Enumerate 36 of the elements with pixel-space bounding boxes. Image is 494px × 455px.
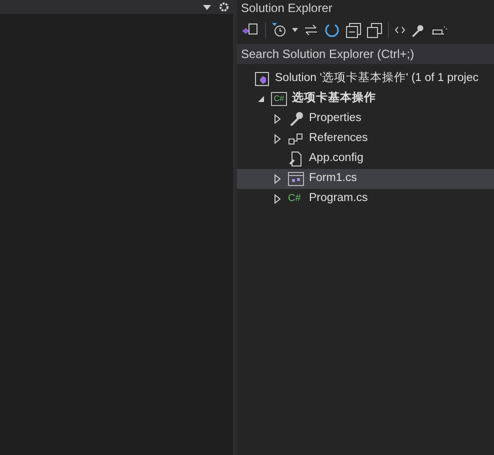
tree-item[interactable]: C# 选项卡基本操作 xyxy=(237,89,494,109)
solution-icon xyxy=(254,71,270,87)
collapse-all-icon[interactable] xyxy=(346,22,361,38)
tree-item[interactable]: App.config xyxy=(237,149,494,169)
tree-item[interactable]: References xyxy=(237,129,494,149)
code-icon[interactable] xyxy=(395,26,405,34)
search-field[interactable]: Search Solution Explorer (Ctrl+;) xyxy=(237,44,494,64)
csharp-file-icon: C# xyxy=(288,194,304,204)
collapsed-arrow-icon[interactable] xyxy=(274,174,282,184)
tree-item[interactable]: Form1.cs xyxy=(237,169,494,189)
tree-item-label: Form1.cs xyxy=(309,171,357,186)
tree-item[interactable]: Solution '选项卡基本操作' (1 of 1 projec xyxy=(237,69,494,89)
form-icon xyxy=(288,172,304,186)
history-icon[interactable] xyxy=(272,23,286,37)
tree-item-label: Solution '选项卡基本操作' (1 of 1 projec xyxy=(275,70,478,86)
csharp-project-icon: C# xyxy=(271,92,287,106)
references-icon xyxy=(288,132,304,146)
expanded-arrow-icon[interactable] xyxy=(257,95,265,103)
panel-title: Solution Explorer xyxy=(240,0,334,16)
tree-item[interactable]: C# Program.cs xyxy=(237,189,494,209)
tree-item-label: Program.cs xyxy=(309,191,368,206)
collapsed-arrow-icon[interactable] xyxy=(274,134,282,144)
copy-icon[interactable] xyxy=(367,22,382,38)
sync-icon[interactable] xyxy=(304,24,318,36)
tree-item-label: Properties xyxy=(309,111,362,126)
settings-icon[interactable] xyxy=(219,2,229,12)
tree-item-label: References xyxy=(309,131,368,146)
tree-item-label: 选项卡基本操作 xyxy=(292,90,376,106)
dropdown-arrow-icon[interactable] xyxy=(292,28,298,32)
refresh-icon[interactable] xyxy=(324,22,340,38)
tree-item-label: App.config xyxy=(309,151,364,166)
config-file-icon xyxy=(288,151,304,167)
collapsed-arrow-icon[interactable] xyxy=(274,114,282,124)
collapsed-arrow-icon[interactable] xyxy=(274,194,282,204)
dropdown-arrow-icon[interactable] xyxy=(203,4,211,10)
tree-item[interactable]: Properties xyxy=(237,109,494,129)
